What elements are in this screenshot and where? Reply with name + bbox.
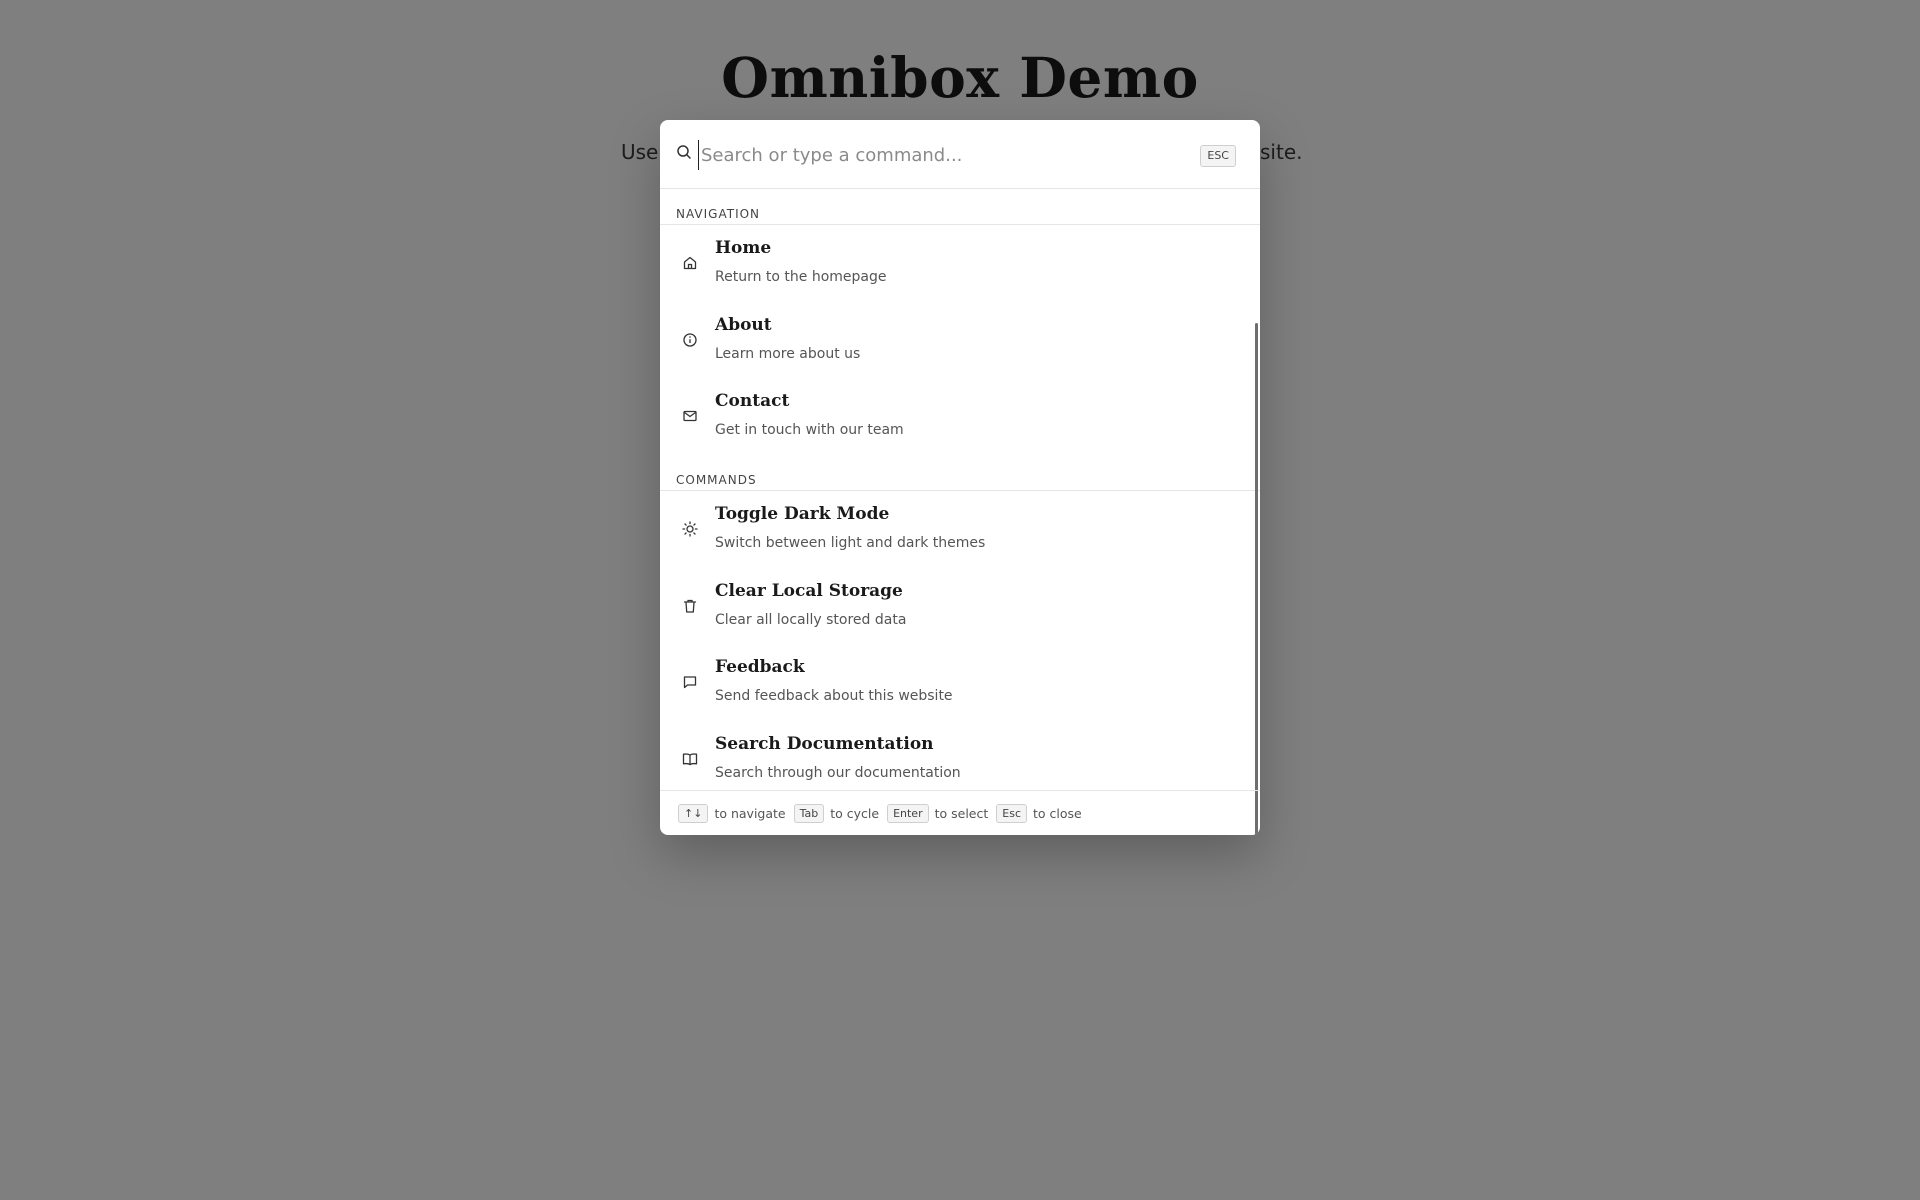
search-icon [677,145,691,159]
item-title: Contact [715,391,790,411]
message-icon [683,676,697,689]
search-bar: ESC [660,120,1260,189]
list-item-toggle-dark-mode[interactable]: Toggle Dark Mode Switch between light an… [660,491,1260,567]
results-list[interactable]: NAVIGATION Home Return to the homepage A… [660,189,1260,789]
hint-navigate: to navigate [714,806,786,821]
item-description: Send feedback about this website [715,688,953,704]
item-description: Search through our documentation [715,765,961,781]
info-icon [683,333,697,347]
sun-icon [682,521,698,537]
kbd-arrows: ↑↓ [678,804,709,823]
item-title: Search Documentation [715,734,934,754]
hint-cycle: to cycle [830,806,880,821]
item-title: Clear Local Storage [715,581,903,601]
item-title: Toggle Dark Mode [715,504,890,524]
hint-select: to select [934,806,989,821]
command-palette: ESC NAVIGATION Home Return to the homepa… [660,120,1260,835]
group-label: NAVIGATION [676,207,761,221]
list-item-home[interactable]: Home Return to the homepage [660,225,1260,301]
mail-icon [683,410,697,422]
list-item-search-documentation[interactable]: Search Documentation Search through our … [660,721,1260,789]
esc-badge[interactable]: ESC [1200,145,1236,167]
item-description: Return to the homepage [715,269,887,285]
item-description: Clear all locally stored data [715,612,907,628]
item-description: Get in touch with our team [715,422,904,438]
group-header-navigation: NAVIGATION [660,189,1260,225]
search-input[interactable] [698,140,1171,170]
group-header-commands: COMMANDS [660,455,1260,491]
list-item-about[interactable]: About Learn more about us [660,302,1260,378]
item-description: Learn more about us [715,346,861,362]
item-title: Feedback [715,657,805,677]
item-description: Switch between light and dark themes [715,535,986,551]
kbd-enter: Enter [887,804,929,823]
list-item-contact[interactable]: Contact Get in touch with our team [660,378,1260,454]
scrollbar[interactable] [1255,323,1258,835]
item-title: Home [715,238,772,258]
item-title: About [715,315,772,335]
home-icon [683,256,697,270]
kbd-esc: Esc [996,804,1027,823]
hint-close: to close [1033,806,1082,821]
trash-icon [683,599,697,613]
list-item-feedback[interactable]: Feedback Send feedback about this websit… [660,644,1260,720]
book-icon [682,753,698,766]
list-item-clear-local-storage[interactable]: Clear Local Storage Clear all locally st… [660,568,1260,644]
kbd-tab: Tab [793,804,825,823]
group-label: COMMANDS [676,473,757,487]
keyboard-hints-footer: ↑↓ to navigate Tab to cycle Enter to select Es… [660,790,1260,835]
